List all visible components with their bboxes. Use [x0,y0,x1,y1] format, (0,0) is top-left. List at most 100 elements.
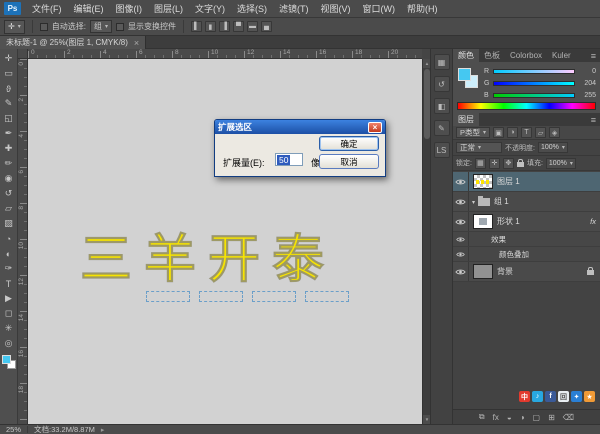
layer-fx-badge[interactable]: fx [590,217,596,226]
lock-pixels-icon[interactable]: ✛ [489,158,500,169]
clone-stamp-tool[interactable]: ◉ [1,171,17,186]
expand-group-icon[interactable] [469,197,478,206]
tab-layers[interactable]: 图层 [453,113,479,126]
collapsed-panel-icon-1[interactable]: ▦ [434,54,450,70]
show-transform-checkbox[interactable] [116,23,124,31]
vertical-scrollbar[interactable] [422,59,430,424]
document-viewport[interactable]: 三羊开泰 [28,59,422,424]
layer-row-group-1[interactable]: 组 1 [453,192,600,212]
color-panel-tab-3[interactable]: Colorbox [505,49,547,62]
color-panel-tab-2[interactable]: 色板 [479,49,505,62]
layer-name[interactable]: 背景 [497,266,587,277]
link-layers-icon[interactable]: ⧉ [479,412,485,422]
lasso-tool[interactable]: ϑ [1,81,17,96]
opacity-value[interactable]: 100% [538,142,568,153]
layer-name[interactable]: 组 1 [494,196,600,207]
layer-thumbnail[interactable] [473,264,493,279]
close-tab-icon[interactable]: × [134,38,139,48]
auto-select-checkbox[interactable] [40,23,48,31]
menu-item-6[interactable]: 选择(S) [231,0,273,18]
tool-preset-dropdown[interactable]: ✛ [4,20,25,34]
dodge-tool[interactable]: ◐ [1,246,17,261]
new-layer-icon[interactable]: ⊞ [548,413,555,422]
collapsed-panel-icon-ls[interactable]: LS [434,142,450,158]
dialog-close-icon[interactable]: × [368,122,382,133]
lock-position-icon[interactable]: ✥ [503,158,514,169]
menu-item-9[interactable]: 窗口(W) [357,0,402,18]
color-slider[interactable] [493,69,575,74]
menu-item-3[interactable]: 图像(I) [110,0,149,18]
effect-name[interactable]: 效果 [469,234,600,245]
quick-selection-tool[interactable]: ✎ [1,96,17,111]
layer-row-background[interactable]: 背景 [453,262,600,282]
visibility-toggle[interactable] [453,192,469,211]
visibility-toggle[interactable] [453,172,469,191]
color-slider[interactable] [493,93,575,98]
visibility-toggle[interactable] [453,262,469,281]
add-layer-mask-icon[interactable]: ◒ [507,413,512,422]
layer-row-layer-1[interactable]: 图层 1 [453,172,600,192]
foreground-color-swatch[interactable] [2,355,11,364]
color-spectrum-bar[interactable] [457,102,596,110]
document-tab[interactable]: 未标题-1 @ 25%(图层 1, CMYK/8) × [0,36,146,49]
cancel-button[interactable]: 取消 [319,154,379,169]
status-menu-icon[interactable] [101,425,105,434]
hand-tool[interactable]: ✳ [1,321,17,336]
fill-value[interactable]: 100% [546,158,576,169]
adjustment-layer-icon[interactable]: ◑ [520,413,525,422]
color-panel-tab-1[interactable]: 颜色 [453,49,479,62]
color-slider[interactable] [493,81,575,86]
filter-pixel-layers-icon[interactable]: ▣ [493,127,504,138]
visibility-toggle[interactable] [453,212,469,231]
menu-item-2[interactable]: 编辑(E) [68,0,110,18]
collapsed-panel-icon-4[interactable]: ✎ [434,120,450,136]
menu-item-5[interactable]: 文字(Y) [189,0,231,18]
layer-style-icon[interactable]: fx [493,413,499,422]
align-center-h-icon[interactable]: ▮ [205,21,216,32]
align-bottom-icon[interactable]: ▄ [261,21,272,32]
layer-thumbnail[interactable] [473,214,493,229]
healing-brush-tool[interactable]: ✚ [1,141,17,156]
effect-name[interactable]: 颜色叠加 [469,249,600,260]
new-group-icon[interactable]: ▢ [533,413,541,422]
gradient-tool[interactable]: ▨ [1,216,17,231]
menu-item-7[interactable]: 滤镜(T) [273,0,315,18]
align-right-icon[interactable]: ▐ [219,21,230,32]
menu-item-1[interactable]: 文件(F) [26,0,68,18]
move-tool[interactable]: ✛ [1,51,17,66]
path-selection-tool[interactable]: ▶ [1,291,17,306]
ok-button[interactable]: 确定 [319,136,379,151]
blur-tool[interactable]: ◔ [1,231,17,246]
type-tool[interactable]: T [1,276,17,291]
history-brush-tool[interactable]: ↺ [1,186,17,201]
layer-name[interactable]: 图层 1 [497,176,600,187]
toolbar-color-swatches[interactable] [2,355,16,370]
filter-type-dropdown[interactable]: P类型 [456,127,490,138]
pen-tool[interactable]: ✑ [1,261,17,276]
eraser-tool[interactable]: ▱ [1,201,17,216]
delete-layer-icon[interactable]: ⌫ [563,413,574,422]
collapsed-panel-icon-2[interactable]: ↺ [434,76,450,92]
layer-name[interactable]: 形状 1 [497,216,586,227]
auto-select-dropdown[interactable]: 组 [90,20,112,33]
panel-menu-icon[interactable] [587,51,600,61]
lock-transparency-icon[interactable]: ▦ [475,158,486,169]
effects-row[interactable]: 效果 [453,232,600,247]
collapsed-panel-icon-3[interactable]: ◧ [434,98,450,114]
blend-mode-dropdown[interactable]: 正常 [456,142,502,153]
menu-item-4[interactable]: 图层(L) [148,0,189,18]
align-top-icon[interactable]: ▀ [233,21,244,32]
filter-smart-object-icon[interactable]: ◈ [549,127,560,138]
visibility-toggle[interactable] [453,247,469,261]
zoom-tool[interactable]: ◎ [1,336,17,351]
layer-thumbnail[interactable] [473,174,493,189]
layer-row-shape-1[interactable]: 形状 1 fx [453,212,600,232]
zoom-level-field[interactable]: 25% [6,425,21,434]
align-left-icon[interactable]: ▌ [191,21,202,32]
filter-type-layers-icon[interactable]: T [521,127,532,138]
color-panel-tab-4[interactable]: Kuler [547,49,576,62]
menu-item-10[interactable]: 帮助(H) [401,0,444,18]
filter-adjustment-layers-icon[interactable]: ◑ [507,127,518,138]
color-overlay-row[interactable]: 颜色叠加 [453,247,600,262]
filter-shape-layers-icon[interactable]: ▱ [535,127,546,138]
